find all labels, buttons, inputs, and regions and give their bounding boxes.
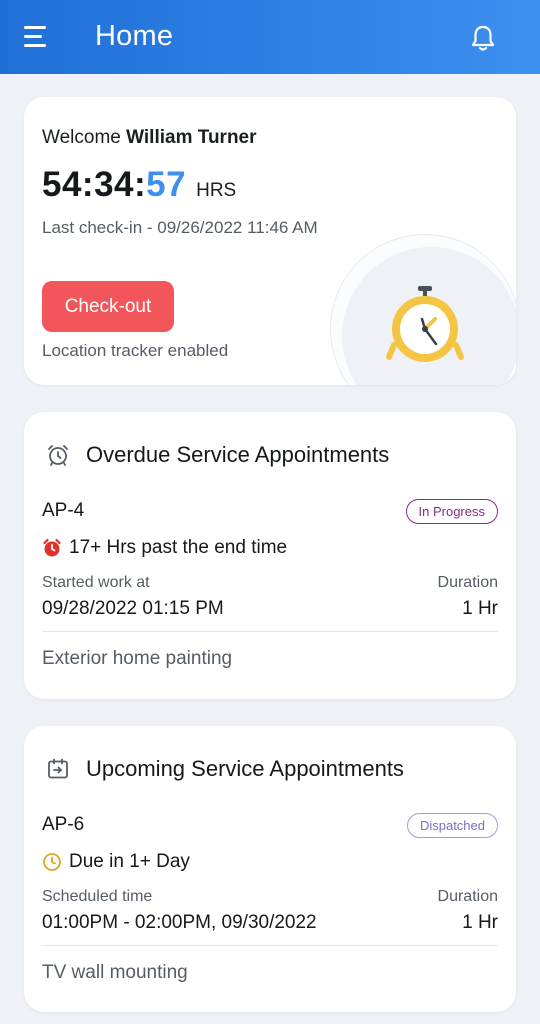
last-checkin-text: Last check-in - 09/26/2022 11:46 AM <box>42 218 318 237</box>
user-name: William Turner <box>126 127 257 148</box>
duration-value: 1 Hr <box>462 912 498 933</box>
work-timer: 54:34:57 HRS <box>42 165 236 205</box>
duration-value: 1 Hr <box>462 598 498 619</box>
upcoming-section-header: Upcoming Service Appointments <box>46 756 404 782</box>
due-status: Due in 1+ Day <box>42 851 190 873</box>
divider <box>42 945 498 946</box>
overdue-text: 17+ Hrs past the end time <box>69 537 288 558</box>
alarm-clock-icon <box>46 443 70 467</box>
bell-icon[interactable] <box>470 24 496 52</box>
overdue-status: 17+ Hrs past the end time <box>42 537 287 559</box>
app-header: Home <box>0 0 540 74</box>
appointment-description: Exterior home painting <box>42 648 233 669</box>
page-title: Home <box>95 20 174 52</box>
attendance-card: Welcome William Turner 54:34:57 HRS Last … <box>24 97 516 385</box>
appointment-id: AP-6 <box>42 814 85 835</box>
scheduled-time-label: Scheduled time <box>42 888 153 905</box>
welcome-message: Welcome William Turner <box>42 127 257 149</box>
red-alarm-icon <box>42 538 62 558</box>
stopwatch-clock-icon <box>384 285 466 369</box>
divider <box>42 631 498 632</box>
clock-icon <box>42 852 62 872</box>
started-work-label: Started work at <box>42 574 150 591</box>
hamburger-menu-icon[interactable] <box>24 26 50 48</box>
overdue-section-title: Overdue Service Appointments <box>86 442 390 467</box>
due-text: Due in 1+ Day <box>69 851 190 872</box>
checkout-button[interactable]: Check-out <box>42 281 174 332</box>
timer-seconds: 57 <box>146 165 187 204</box>
upcoming-appointments-card[interactable]: Upcoming Service Appointments AP-6 Dispa… <box>24 726 516 1012</box>
started-work-value: 09/28/2022 01:15 PM <box>42 598 224 619</box>
overdue-section-header: Overdue Service Appointments <box>46 442 389 468</box>
overdue-appointments-card[interactable]: Overdue Service Appointments AP-4 In Pro… <box>24 412 516 699</box>
timer-hours-minutes: 54:34: <box>42 165 147 204</box>
status-badge: In Progress <box>405 499 498 524</box>
calendar-arrow-icon <box>46 757 70 781</box>
duration-label: Duration <box>437 888 498 905</box>
upcoming-section-title: Upcoming Service Appointments <box>86 756 404 781</box>
welcome-greeting: Welcome <box>42 127 121 148</box>
status-badge: Dispatched <box>406 813 498 838</box>
appointment-description: TV wall mounting <box>42 962 188 983</box>
duration-label: Duration <box>437 574 498 591</box>
timer-unit: HRS <box>196 180 237 201</box>
appointment-id: AP-4 <box>42 500 85 521</box>
scheduled-time-value: 01:00PM - 02:00PM, 09/30/2022 <box>42 912 317 933</box>
location-tracker-status: Location tracker enabled <box>42 341 229 360</box>
